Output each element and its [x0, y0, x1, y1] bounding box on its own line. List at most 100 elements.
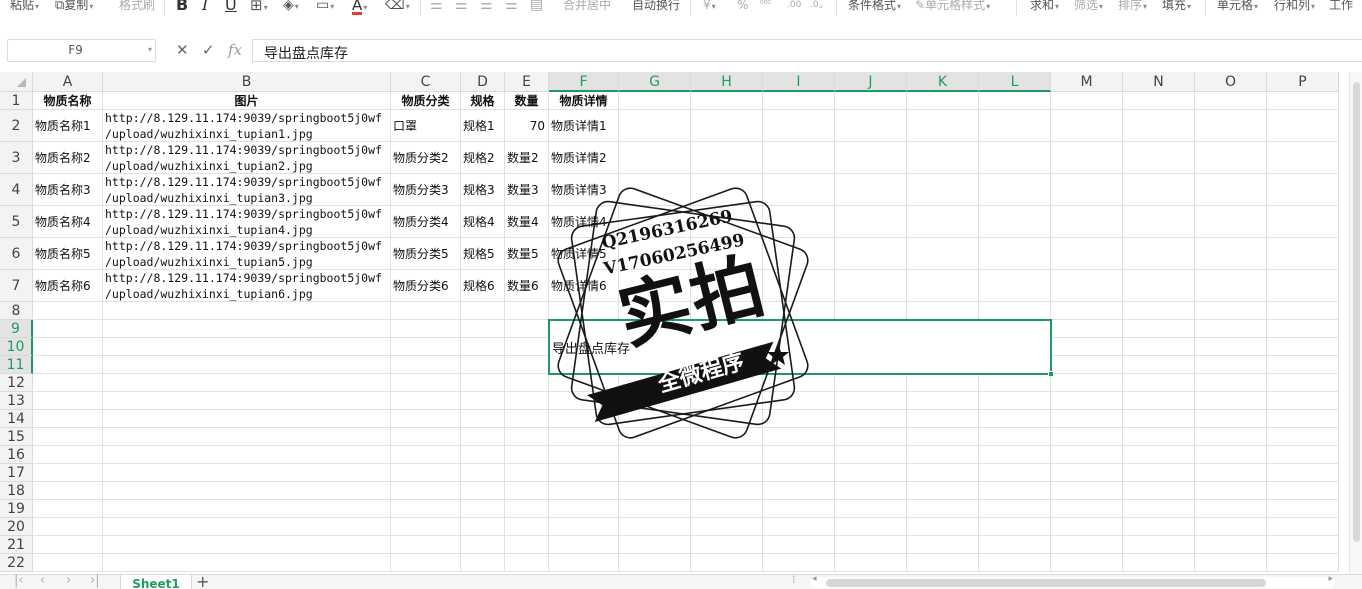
row-header-10[interactable]: 10	[0, 338, 33, 356]
row-col-button[interactable]: 行和列▾	[1274, 0, 1315, 14]
cell-i14[interactable]	[763, 410, 835, 428]
cell-e8[interactable]	[505, 302, 549, 320]
column-header-b[interactable]: B	[103, 72, 391, 92]
add-sheet-icon[interactable]: +	[196, 572, 209, 589]
cell-c11[interactable]	[391, 356, 461, 374]
cell-f1[interactable]: 物质详情	[549, 92, 619, 110]
cell-k7[interactable]	[907, 270, 979, 302]
cell-d22[interactable]	[461, 554, 505, 572]
cell-i8[interactable]	[763, 302, 835, 320]
cell-o16[interactable]	[1195, 446, 1267, 464]
cell-c16[interactable]	[391, 446, 461, 464]
cell-f17[interactable]	[549, 464, 619, 482]
cell-l20[interactable]	[979, 518, 1051, 536]
cell-g19[interactable]	[619, 500, 691, 518]
cell-a16[interactable]	[33, 446, 103, 464]
column-header-i[interactable]: I	[763, 72, 835, 92]
cell-n16[interactable]	[1123, 446, 1195, 464]
align-right-icon[interactable]: ☰	[480, 0, 493, 14]
cell-o8[interactable]	[1195, 302, 1267, 320]
vertical-scrollbar[interactable]	[1349, 72, 1362, 574]
cell-p3[interactable]	[1267, 142, 1339, 174]
cell-l16[interactable]	[979, 446, 1051, 464]
cell-b15[interactable]	[103, 428, 391, 446]
cell-m12[interactable]	[1051, 374, 1123, 392]
cell-f21[interactable]	[549, 536, 619, 554]
cell-c18[interactable]	[391, 482, 461, 500]
cell-c5[interactable]: 物质分类4	[391, 206, 461, 238]
cell-o20[interactable]	[1195, 518, 1267, 536]
cell-k13[interactable]	[907, 392, 979, 410]
cell-m10[interactable]	[1051, 338, 1123, 356]
cell-i7[interactable]	[763, 270, 835, 302]
column-header-k[interactable]: K	[907, 72, 979, 92]
cell-n17[interactable]	[1123, 464, 1195, 482]
align-center-icon[interactable]: ☰	[455, 0, 468, 14]
cell-k6[interactable]	[907, 238, 979, 270]
row-header-13[interactable]: 13	[0, 392, 33, 410]
cell-o9[interactable]	[1195, 320, 1267, 338]
cell-a21[interactable]	[33, 536, 103, 554]
column-header-e[interactable]: E	[505, 72, 549, 92]
cell-p20[interactable]	[1267, 518, 1339, 536]
cell-p18[interactable]	[1267, 482, 1339, 500]
cell-k8[interactable]	[907, 302, 979, 320]
cell-d14[interactable]	[461, 410, 505, 428]
cell-p17[interactable]	[1267, 464, 1339, 482]
cell-a20[interactable]	[33, 518, 103, 536]
cell-j8[interactable]	[835, 302, 907, 320]
cell-i17[interactable]	[763, 464, 835, 482]
sort-button[interactable]: 排序▾	[1118, 0, 1147, 14]
cell-c10[interactable]	[391, 338, 461, 356]
row-header-21[interactable]: 21	[0, 536, 33, 554]
cell-m2[interactable]	[1051, 110, 1123, 142]
cell-b9[interactable]	[103, 320, 391, 338]
cell-d10[interactable]	[461, 338, 505, 356]
cell-d5[interactable]: 规格4	[461, 206, 505, 238]
cell-h2[interactable]	[691, 110, 763, 142]
cell-n14[interactable]	[1123, 410, 1195, 428]
cell-m4[interactable]	[1051, 174, 1123, 206]
chevron-down-icon[interactable]: ▾	[148, 45, 152, 54]
cell-d15[interactable]	[461, 428, 505, 446]
cell-e1[interactable]: 数量	[505, 92, 549, 110]
cell-o6[interactable]	[1195, 238, 1267, 270]
cell-k4[interactable]	[907, 174, 979, 206]
cell-e9[interactable]	[505, 320, 549, 338]
cell-i18[interactable]	[763, 482, 835, 500]
cell-f22[interactable]	[549, 554, 619, 572]
cell-g6[interactable]	[619, 238, 691, 270]
cell-p11[interactable]	[1267, 356, 1339, 374]
cell-i4[interactable]	[763, 174, 835, 206]
cell-d6[interactable]: 规格5	[461, 238, 505, 270]
cell-i13[interactable]	[763, 392, 835, 410]
cell-p4[interactable]	[1267, 174, 1339, 206]
cell-b4[interactable]: http://8.129.11.174:9039/springboot5j0wf…	[103, 174, 391, 206]
cell-l2[interactable]	[979, 110, 1051, 142]
cell-f12[interactable]	[549, 374, 619, 392]
cell-e4[interactable]: 数量3	[505, 174, 549, 206]
cell-d13[interactable]	[461, 392, 505, 410]
cell-m20[interactable]	[1051, 518, 1123, 536]
cell-p5[interactable]	[1267, 206, 1339, 238]
row-header-17[interactable]: 17	[0, 464, 33, 482]
cell-h4[interactable]	[691, 174, 763, 206]
cell-d12[interactable]	[461, 374, 505, 392]
merged-cell-f9[interactable]: 导出盘点库存	[549, 320, 1051, 374]
row-header-2[interactable]: 2	[0, 110, 33, 142]
cell-m1[interactable]	[1051, 92, 1123, 110]
column-header-l[interactable]: L	[979, 72, 1051, 92]
cell-m16[interactable]	[1051, 446, 1123, 464]
cell-k20[interactable]	[907, 518, 979, 536]
cell-g8[interactable]	[619, 302, 691, 320]
column-header-h[interactable]: H	[691, 72, 763, 92]
cell-i21[interactable]	[763, 536, 835, 554]
cell-p13[interactable]	[1267, 392, 1339, 410]
cell-h1[interactable]	[691, 92, 763, 110]
cell-j14[interactable]	[835, 410, 907, 428]
cell-f15[interactable]	[549, 428, 619, 446]
cell-o3[interactable]	[1195, 142, 1267, 174]
cell-n3[interactable]	[1123, 142, 1195, 174]
cell-e14[interactable]	[505, 410, 549, 428]
cell-e21[interactable]	[505, 536, 549, 554]
